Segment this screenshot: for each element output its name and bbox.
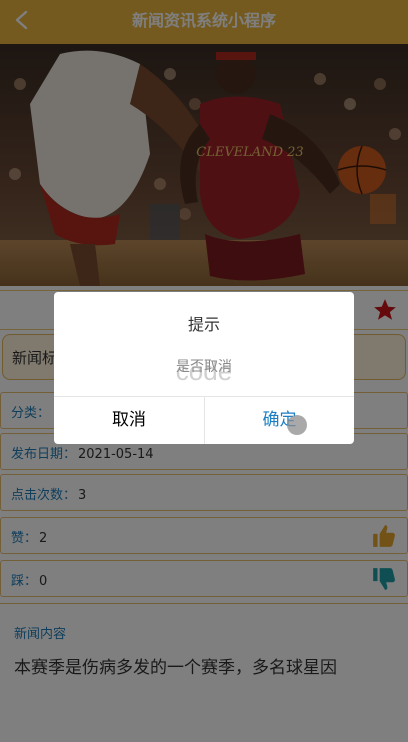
watermark: code	[175, 356, 233, 386]
dialog-title: 提示	[187, 315, 220, 334]
confirm-dialog: 提示 是否取消 code 取消 确定	[54, 292, 354, 444]
touch-indicator	[287, 415, 307, 435]
confirm-button[interactable]: 确定	[204, 397, 354, 444]
cancel-button[interactable]: 取消	[54, 397, 204, 444]
